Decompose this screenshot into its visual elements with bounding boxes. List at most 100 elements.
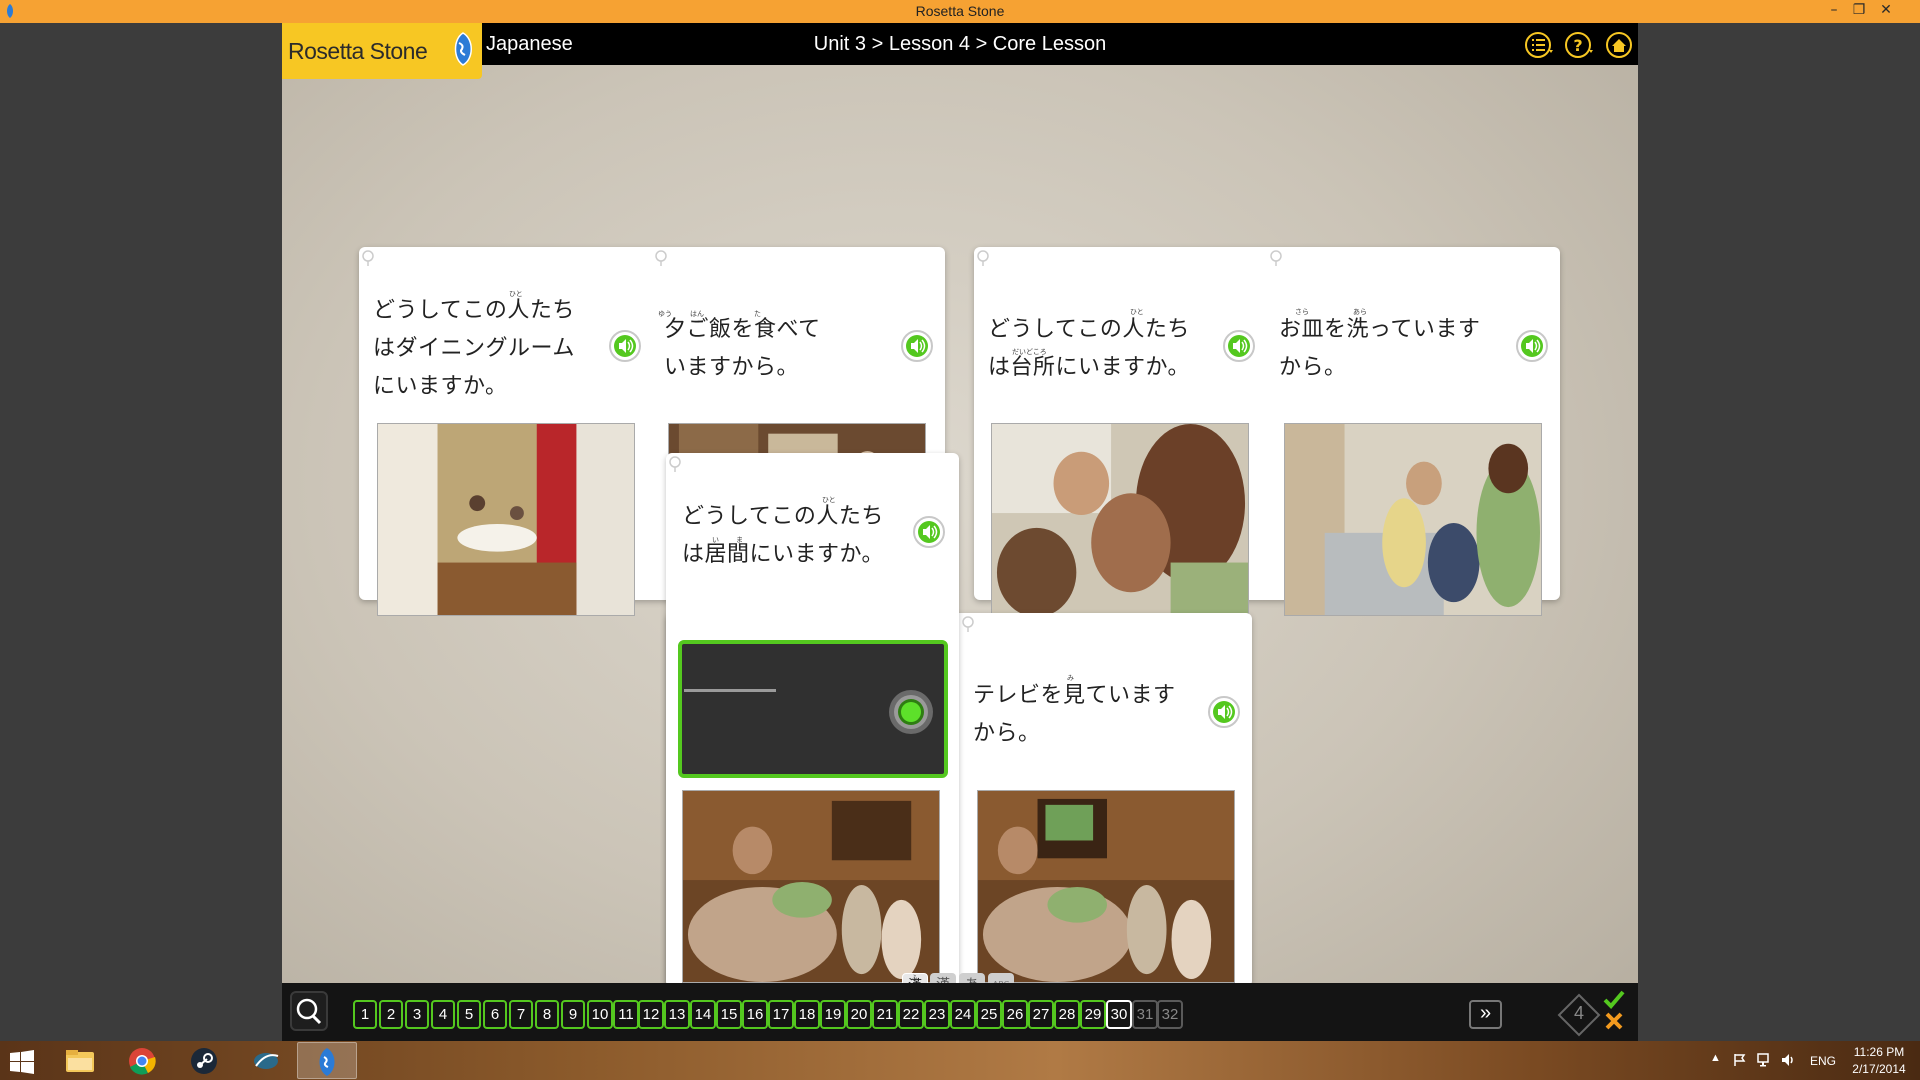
screen: Rosetta Stone – ❐ ✕ Unit 3 > Lesson 4 > … <box>0 0 1920 1080</box>
screen-number-button[interactable]: 16 <box>742 1000 768 1029</box>
card-text: 夕ご飯を食べて いますから。 <box>664 311 821 387</box>
answer-card-tv[interactable]: み テレビを見ています から。 <box>959 613 1252 987</box>
screen-number-button[interactable]: 27 <box>1028 1000 1054 1029</box>
screen-number-button[interactable]: 21 <box>872 1000 898 1029</box>
rosetta-stone-button[interactable] <box>297 1042 357 1079</box>
screen-number-button[interactable]: 9 <box>561 1000 585 1029</box>
screen-number-button[interactable]: 11 <box>613 1000 639 1029</box>
screen-number-button[interactable]: 2 <box>379 1000 403 1029</box>
window-titlebar[interactable]: Rosetta Stone – ❐ ✕ <box>0 0 1920 23</box>
magnify-icon[interactable] <box>654 249 670 267</box>
steam-button[interactable] <box>174 1042 234 1079</box>
rosetta-logo-icon <box>454 32 472 66</box>
screen-number-button[interactable]: 18 <box>794 1000 820 1029</box>
screen-number-button[interactable]: 10 <box>587 1000 613 1029</box>
screen-number-button[interactable]: 22 <box>898 1000 924 1029</box>
screen-number-button[interactable]: 23 <box>924 1000 950 1029</box>
app-icon <box>254 1053 279 1069</box>
speaker-icon[interactable] <box>608 329 642 363</box>
card-text-line: テレビを見ています <box>973 683 1176 708</box>
screen-number-button[interactable]: 30 <box>1106 1000 1132 1029</box>
score-indicator-icon <box>1603 990 1625 1030</box>
app-button[interactable] <box>236 1042 296 1079</box>
answer-card-dining[interactable]: ひと どうしてこの人たち はダイニングルーム にいますか。 <box>359 247 652 616</box>
screen-number-button[interactable]: 15 <box>716 1000 742 1029</box>
screen-number-button[interactable]: 17 <box>768 1000 794 1029</box>
file-explorer-button[interactable] <box>50 1042 110 1079</box>
restore-icon[interactable]: ❐ <box>1851 2 1867 18</box>
screen-number-button[interactable]: 12 <box>638 1000 664 1029</box>
speaker-icon[interactable] <box>1222 329 1256 363</box>
card-text-line: いますから。 <box>664 355 800 380</box>
microphone-indicator-icon[interactable] <box>887 688 935 736</box>
clock-date[interactable]: 2/17/2014 <box>1848 1062 1910 1076</box>
minimize-icon[interactable]: – <box>1826 2 1842 18</box>
screen-number-button[interactable]: 19 <box>820 1000 846 1029</box>
magnify-icon[interactable] <box>961 615 977 633</box>
answer-card-dishes[interactable]: さら あら お皿を洗っています から。 <box>1267 247 1560 616</box>
screen-number-button[interactable]: 8 <box>535 1000 559 1029</box>
screen-number-button[interactable]: 20 <box>846 1000 872 1029</box>
screen-number-button[interactable]: 28 <box>1054 1000 1080 1029</box>
photo-kitchen-family <box>991 423 1249 616</box>
screen-number-button[interactable]: 24 <box>950 1000 976 1029</box>
next-screens-button[interactable]: » <box>1469 1000 1502 1029</box>
action-center-flag-icon[interactable] <box>1733 1053 1747 1067</box>
screen-number-button[interactable]: 31 <box>1132 1000 1158 1029</box>
card-text-line: から。 <box>1279 355 1347 380</box>
speaker-icon[interactable] <box>1515 329 1549 363</box>
photo-living-room <box>682 790 940 983</box>
speech-card-living-room[interactable]: ひと い ま どうしてこの人たち は居間にいますか。 <box>666 453 959 987</box>
magnify-icon[interactable] <box>976 249 992 267</box>
speaker-icon[interactable] <box>912 515 946 549</box>
screen-number-button[interactable]: 26 <box>1002 1000 1028 1029</box>
speaker-icon[interactable] <box>1207 695 1241 729</box>
rosetta-stone-logo: Rosetta Stone <box>282 23 482 79</box>
file-explorer-icon <box>66 1050 94 1072</box>
magnifier-button-icon[interactable] <box>290 991 328 1031</box>
window-title: Rosetta Stone <box>915 3 1005 19</box>
clock-time[interactable]: 11:26 PM <box>1848 1045 1910 1059</box>
home-icon[interactable] <box>1604 30 1634 60</box>
volume-icon[interactable] <box>1781 1053 1797 1067</box>
list-menu-icon[interactable] <box>1524 30 1554 60</box>
windows-start-icon[interactable] <box>10 1050 34 1074</box>
magnify-icon[interactable] <box>1269 249 1285 267</box>
speech-recognition-panel[interactable] <box>678 640 948 778</box>
card-text-line: から。 <box>973 721 1041 746</box>
photo-watching-tv <box>977 790 1235 983</box>
photo-washing-dishes <box>1284 423 1542 616</box>
screen-number-button[interactable]: 7 <box>509 1000 533 1029</box>
screen-number-button[interactable]: 29 <box>1080 1000 1106 1029</box>
chrome-button[interactable] <box>112 1042 172 1079</box>
card-text-line: 夕ご飯を食べて <box>664 317 821 342</box>
card-text-line: は台所にいますか。 <box>988 355 1191 380</box>
close-icon[interactable]: ✕ <box>1878 2 1894 18</box>
screen-number-button[interactable]: 25 <box>976 1000 1002 1029</box>
screen-number-button[interactable]: 13 <box>664 1000 690 1029</box>
magnify-icon[interactable] <box>668 455 684 473</box>
card-text-line: お皿を洗っています <box>1279 317 1481 342</box>
card-text: どうしてこの人たち は台所にいますか。 <box>988 311 1190 387</box>
magnify-icon[interactable] <box>361 249 377 267</box>
card-text-line: はダイニングルーム <box>373 336 575 361</box>
screen-number-button[interactable]: 1 <box>353 1000 377 1029</box>
lesson-screen: Unit 3 > Lesson 4 > Core Lesson Japanese… <box>282 23 1638 1041</box>
input-language[interactable]: ENG <box>1810 1054 1836 1068</box>
screen-number-button[interactable]: 32 <box>1157 1000 1183 1029</box>
tray-expand-icon[interactable]: ▲ <box>1710 1052 1721 1064</box>
network-icon[interactable] <box>1757 1053 1773 1067</box>
svg-text:?: ? <box>1573 36 1582 55</box>
screen-number-button[interactable]: 6 <box>483 1000 507 1029</box>
screen-number-button[interactable]: 4 <box>431 1000 455 1029</box>
answer-card-kitchen[interactable]: ひと だいどころ どうしてこの人たち は台所にいますか。 <box>974 247 1267 616</box>
speech-level-meter <box>684 689 776 692</box>
help-icon[interactable]: ? <box>1564 30 1594 60</box>
screen-number-button[interactable]: 14 <box>690 1000 716 1029</box>
language-label: Japanese <box>486 33 573 55</box>
app-header: Unit 3 > Lesson 4 > Core Lesson Japanese… <box>282 23 1638 65</box>
screen-number-button[interactable]: 3 <box>405 1000 429 1029</box>
card-text-line: は居間にいますか。 <box>682 542 885 567</box>
speaker-icon[interactable] <box>900 329 934 363</box>
screen-number-button[interactable]: 5 <box>457 1000 481 1029</box>
